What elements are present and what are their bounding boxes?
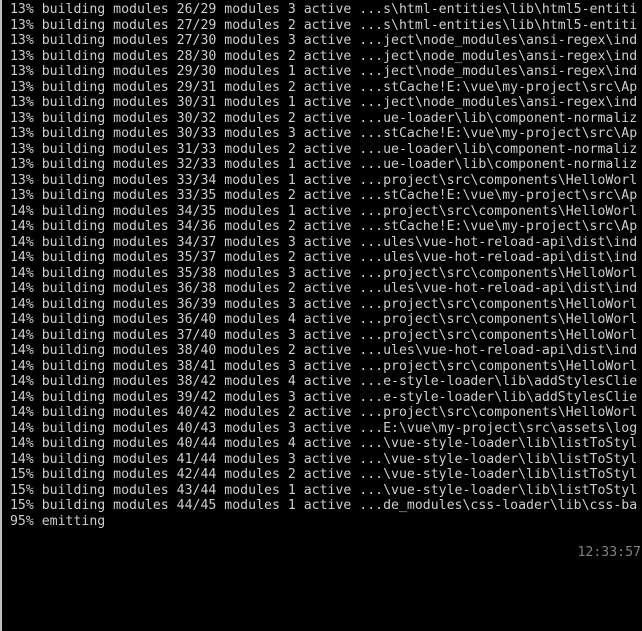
- log-line: 14% building modules 40/44 modules 4 act…: [2, 436, 638, 451]
- log-line: 14% building modules 35/38 modules 3 act…: [2, 265, 638, 281]
- log-line: 14% building modules 38/41 modules 3 act…: [2, 358, 638, 374]
- log-line: 15% building modules 42/44 modules 2 act…: [2, 467, 638, 482]
- log-line: 13% building modules 27/29 modules 2 act…: [2, 17, 638, 33]
- done-timestamp: 12:33:57: [577, 544, 641, 560]
- log-line: 14% building modules 36/38 modules 2 act…: [2, 281, 638, 296]
- log-line: 14% building modules 34/37 modules 3 act…: [2, 234, 638, 250]
- done-status-line: DONECompiled successfully in 6920ms 12:3…: [2, 545, 642, 561]
- terminal-window[interactable]: 13% building modules 26/29 modules 3 act…: [0, 0, 642, 631]
- info-status-line: IYour application is running here: http:…: [2, 591, 642, 607]
- log-line: 15% building modules 43/44 modules 1 act…: [2, 482, 638, 498]
- log-line: 14% building modules 34/36 modules 2 act…: [2, 219, 638, 234]
- log-line: 13% building modules 30/33 modules 3 act…: [2, 126, 638, 141]
- log-line: 14% building modules 35/37 modules 2 act…: [2, 250, 638, 265]
- log-line: 13% building modules 29/30 modules 1 act…: [2, 64, 638, 79]
- build-progress-log: 13% building modules 26/29 modules 3 act…: [2, 2, 642, 529]
- log-line: 13% building modules 33/34 modules 1 act…: [2, 172, 638, 188]
- log-line: 13% building modules 28/30 modules 2 act…: [2, 48, 638, 64]
- log-line: 14% building modules 37/40 modules 3 act…: [2, 327, 638, 343]
- log-line: 14% building modules 36/40 modules 4 act…: [2, 312, 638, 327]
- log-line: 14% building modules 41/44 modules 3 act…: [2, 451, 638, 467]
- log-line: 95% emitting: [2, 513, 106, 529]
- log-line: 14% building modules 40/43 modules 3 act…: [2, 420, 638, 436]
- log-line: 13% building modules 30/31 modules 1 act…: [2, 95, 638, 110]
- log-line: 14% building modules 38/42 modules 4 act…: [2, 374, 638, 389]
- log-line: 13% building modules 27/30 modules 3 act…: [2, 33, 638, 48]
- log-line: 14% building modules 39/42 modules 3 act…: [2, 389, 638, 405]
- log-line: 15% building modules 44/45 modules 1 act…: [2, 498, 638, 513]
- log-line: 13% building modules 31/33 modules 2 act…: [2, 141, 638, 157]
- log-line: 14% building modules 36/39 modules 3 act…: [2, 296, 638, 312]
- terminal-screen[interactable]: 13% building modules 26/29 modules 3 act…: [2, 0, 642, 631]
- log-line: 14% building modules 34/35 modules 1 act…: [2, 203, 638, 219]
- log-line: 14% building modules 38/40 modules 2 act…: [2, 343, 638, 358]
- log-line: 13% building modules 30/32 modules 2 act…: [2, 110, 638, 126]
- log-line: 13% building modules 33/35 modules 2 act…: [2, 188, 638, 203]
- log-line: 14% building modules 40/42 modules 2 act…: [2, 405, 638, 420]
- log-line: 13% building modules 29/31 modules 2 act…: [2, 79, 638, 95]
- log-line: 13% building modules 26/29 modules 3 act…: [2, 2, 638, 17]
- log-line: 13% building modules 32/33 modules 1 act…: [2, 157, 638, 172]
